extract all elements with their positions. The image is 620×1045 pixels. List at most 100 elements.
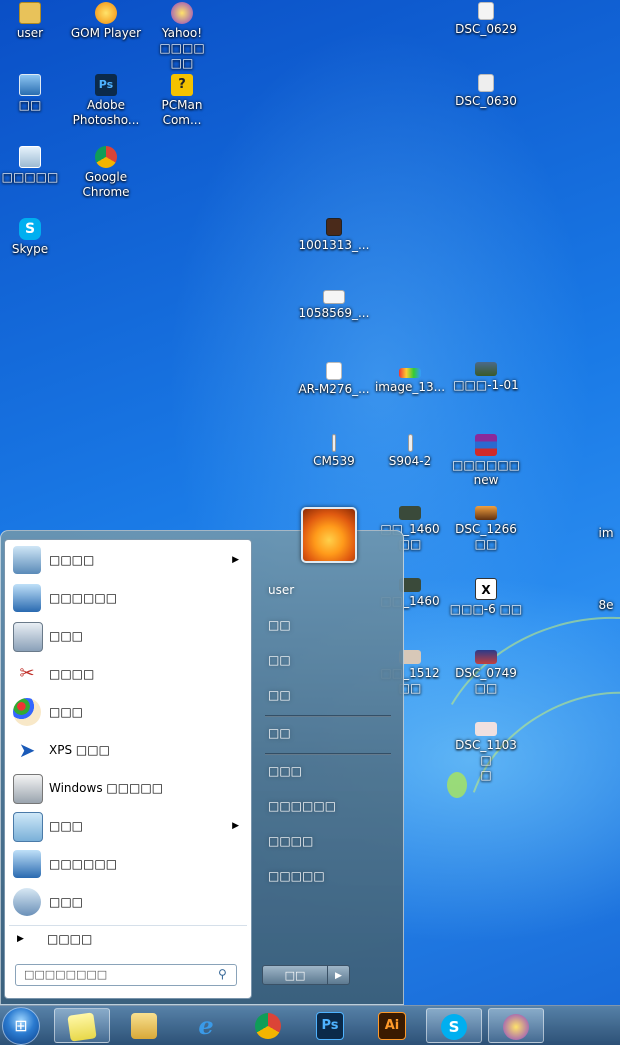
desktop-icon-s904-2[interactable]: S904-2	[372, 434, 448, 469]
notepad-icon	[13, 812, 43, 842]
paint-icon	[13, 698, 41, 726]
program-item-calculator[interactable]: □□□	[9, 618, 247, 654]
program-item-xps-viewer[interactable]: ➤ XPS □□□	[9, 732, 247, 768]
program-label: □□□	[49, 895, 84, 909]
taskbar-app-sticky-notes[interactable]	[54, 1008, 110, 1043]
desktop-icon-label: DSC_1266 □□	[455, 522, 517, 551]
desktop-icon-label: user	[16, 26, 44, 40]
start-right-item-label: □□	[268, 726, 291, 740]
shutdown-button[interactable]: □□	[262, 965, 328, 985]
start-right-item-label: □□	[268, 618, 291, 632]
all-programs-button[interactable]: ▶ □□□□	[9, 925, 247, 952]
taskbar-app-internet-explorer[interactable]: e	[178, 1008, 234, 1043]
all-programs-label: □□□□	[47, 932, 93, 946]
desktop-icon-label: □□□-1-01	[453, 378, 519, 392]
submenu-arrow-icon: ▶	[232, 821, 239, 831]
fax-scan-icon	[13, 774, 43, 804]
start-button[interactable]: ⊞	[2, 1007, 40, 1045]
desktop-icon-ar-m276[interactable]: AR-M276_...	[296, 362, 372, 397]
program-item-windows-fax-scan[interactable]: Windows □□□□□	[9, 770, 247, 806]
desktop-icon-1-01[interactable]: □□□-1-01	[448, 362, 524, 393]
program-item-paint[interactable]: □□□	[9, 694, 247, 730]
start-right-separator	[265, 715, 391, 717]
desktop-icon-gom-player[interactable]: GOM Player	[68, 2, 144, 41]
start-right-item-control-panel[interactable]: □□□	[261, 756, 397, 786]
program-item-notepad[interactable]: □□□ ▶	[9, 808, 247, 844]
desktop-icon-image-13[interactable]: image_13...	[372, 362, 448, 395]
desktop-icon-label: GOM Player	[70, 26, 142, 40]
desktop-icon-im[interactable]: im	[586, 506, 620, 541]
start-right-item-devices-printers[interactable]: □□□□□□	[261, 791, 397, 821]
program-label: □□□□	[49, 553, 95, 567]
program-item-remote-connection[interactable]: □□□□□□	[9, 846, 247, 882]
start-right-item-help[interactable]: □□□□□	[261, 861, 397, 891]
desktop-icon-dsc-1103[interactable]: DSC_1103 □ □	[448, 722, 524, 783]
xps-viewer-icon: ➤	[18, 738, 36, 762]
start-right-item-user[interactable]: user	[261, 575, 397, 605]
taskbar-app-explorer[interactable]	[116, 1008, 172, 1043]
yahoo-messenger-icon	[503, 1013, 529, 1040]
desktop-icon-label: 1001313_...	[298, 238, 370, 252]
desktop-icon-6[interactable]: X □□□-6 □□	[448, 578, 524, 617]
desktop-icon-label: DSC_1103 □ □	[455, 738, 517, 782]
program-item-remote-desktop[interactable]: □□□□□□	[9, 580, 247, 616]
desktop-icon-user[interactable]: user	[0, 2, 68, 41]
desktop-icon-label: Yahoo!□□□□ □□	[159, 26, 205, 70]
desktop-icon-label: im	[598, 526, 614, 540]
desktop-icon-label: S904-2	[388, 454, 432, 468]
desktop-icon-label: 1058569_...	[298, 306, 370, 320]
start-right-item-label: □□□□	[268, 834, 314, 848]
desktop-icon-cm539[interactable]: CM539	[296, 434, 372, 469]
program-label: XPS □□□	[49, 743, 110, 757]
taskbar-app-photoshop[interactable]: Ps	[302, 1008, 358, 1043]
desktop-icon-computer[interactable]: □□	[0, 74, 68, 113]
start-search-input[interactable]: □□□□□□□□ ⚲	[15, 964, 237, 986]
desktop-icon-dsc-0630[interactable]: DSC_0630	[448, 74, 524, 109]
desktop-icon-pcman[interactable]: ? PCMan Com...	[144, 74, 220, 128]
taskbar-app-yahoo-messenger[interactable]	[488, 1008, 544, 1043]
image-file-icon	[332, 434, 336, 452]
desktop-icon-photoshop[interactable]: Ps Adobe Photosho...	[68, 74, 144, 128]
desktop-icon-skype[interactable]: S Skype	[0, 218, 68, 257]
start-right-item-computer[interactable]: □□	[261, 718, 397, 748]
windows-logo-icon: ⊞	[14, 1016, 28, 1035]
skype-icon: S	[441, 1013, 467, 1040]
user-picture[interactable]	[301, 507, 357, 563]
photoshop-icon: Ps	[316, 1011, 344, 1040]
program-label: □□□□□□	[49, 591, 118, 605]
desktop-icon-1001313[interactable]: 1001313_...	[296, 218, 372, 253]
image-file-icon	[475, 722, 497, 736]
desktop-icon-1058569[interactable]: 1058569_...	[296, 290, 372, 321]
all-programs-arrow-icon: ▶	[17, 934, 24, 944]
desktop-icon-label: Adobe Photosho...	[72, 98, 140, 127]
desktop-icon-winrar-new[interactable]: □□□□□□ new	[448, 434, 524, 488]
start-right-item-pictures[interactable]: □□	[261, 645, 397, 675]
program-item-snipping-tool[interactable]: ✂ □□□□	[9, 656, 247, 692]
start-right-item-music[interactable]: □□	[261, 680, 397, 710]
shutdown-options-arrow-icon[interactable]: ▶	[328, 965, 350, 985]
start-right-item-documents[interactable]: □□	[261, 610, 397, 640]
desktop-icon-yahoo-messenger[interactable]: Yahoo!□□□□ □□	[144, 2, 220, 71]
desktop-icon-dsc-0629[interactable]: DSC_0629	[448, 2, 524, 37]
desktop-icon-8e[interactable]: 8e	[586, 578, 620, 613]
desktop-icon-label: □□	[18, 98, 42, 112]
desktop-icon-label: □□□□□	[1, 170, 59, 184]
program-label: □□□□□□	[49, 857, 118, 871]
start-right-item-label: □□□□□□	[268, 799, 337, 813]
image-file-icon	[399, 506, 421, 520]
start-right-item-default-programs[interactable]: □□□□	[261, 826, 397, 856]
desktop-icon-chrome[interactable]: Google Chrome	[68, 146, 144, 200]
desktop-icon-dsc-0749[interactable]: DSC_0749 □□	[448, 650, 524, 696]
desktop-icon-recycle-bin[interactable]: □□□□□	[0, 146, 68, 185]
taskbar-app-chrome[interactable]	[240, 1008, 296, 1043]
chrome-icon	[255, 1012, 281, 1039]
program-item-magnifier[interactable]: □□□	[9, 884, 247, 920]
search-icon[interactable]: ⚲	[218, 967, 232, 981]
desktop-icon-dsc-1266[interactable]: DSC_1266 □□	[448, 506, 524, 552]
photoshop-icon: Ps	[95, 74, 117, 96]
shutdown-label: □□	[284, 969, 306, 982]
program-item-getting-started[interactable]: □□□□ ▶	[9, 542, 247, 578]
taskbar-app-skype[interactable]: S	[426, 1008, 482, 1043]
image-file-icon	[326, 362, 342, 380]
taskbar-app-illustrator[interactable]: Ai	[364, 1008, 420, 1043]
